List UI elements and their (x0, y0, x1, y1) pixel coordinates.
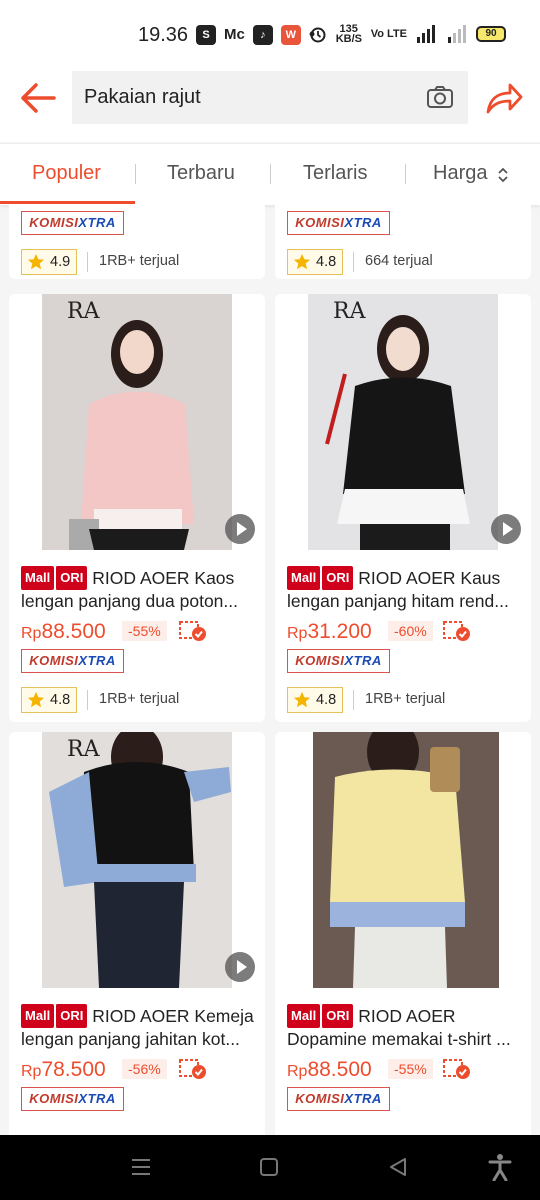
play-video-icon[interactable] (225, 952, 255, 982)
discount-badge: -55% (122, 621, 167, 641)
wps-icon: W (280, 24, 301, 45)
search-input[interactable]: Pakaian rajut (72, 71, 468, 124)
ori-badge: ORI (321, 566, 354, 590)
voucher-icon (179, 621, 206, 641)
star-icon (27, 253, 45, 270)
komisi-xtra-badge: KOMISIXTRA (287, 1087, 390, 1111)
divider (353, 252, 354, 272)
divider (353, 690, 354, 710)
rating-badge: 4.9 (21, 249, 77, 275)
ori-badge: ORI (321, 1004, 354, 1028)
sold-count: 664 terjual (365, 253, 433, 269)
accessibility-icon[interactable] (488, 1153, 512, 1181)
camera-icon[interactable] (426, 83, 454, 111)
tab-populer[interactable]: Populer (32, 162, 101, 185)
search-header: Pakaian rajut (0, 70, 540, 142)
product-price: Rp31.200 (287, 620, 372, 643)
notification-icons: S Mc ♪ W • (196, 24, 315, 45)
play-video-icon[interactable] (491, 514, 521, 544)
product-image: RA (9, 732, 265, 988)
product-price: Rp88.500 (21, 620, 106, 643)
discount-badge: -60% (388, 621, 433, 641)
volte-icon: Vo LTE (370, 28, 407, 40)
tab-divider (405, 164, 406, 184)
svg-text:RA: RA (67, 737, 101, 762)
system-nav-bar (0, 1135, 540, 1200)
product-title: Mall ORI RIOD AOER Dopamine memakai t-shi… (287, 1004, 511, 1049)
search-query: Pakaian rajut (84, 86, 201, 108)
rating-badge: 4.8 (287, 687, 343, 713)
tab-harga[interactable]: Harga (433, 162, 487, 185)
product-title: Mall ORI RIOD AOER Kaos lengan panjang du… (21, 566, 238, 611)
tiktok-icon: ♪ (252, 24, 273, 45)
product-price: Rp78.500 (21, 1058, 106, 1081)
product-image: RA (9, 294, 265, 550)
product-card[interactable]: KOMISIXTRA 4.8 664 terjual (275, 205, 531, 279)
komisi-xtra-badge: KOMISIXTRA (21, 649, 124, 673)
tab-terlaris[interactable]: Terlaris (303, 162, 367, 185)
voucher-icon (443, 621, 470, 641)
tab-divider (135, 164, 136, 184)
discount-badge: -55% (388, 1059, 433, 1079)
komisi-xtra-badge: KOMISIXTRA (287, 211, 390, 235)
mall-badge: Mall (287, 566, 321, 590)
signal-2-icon (448, 25, 466, 43)
tab-divider (270, 164, 271, 184)
komisi-xtra-badge: KOMISIXTRA (287, 649, 390, 673)
mall-badge: Mall (21, 566, 55, 590)
shopee-icon: S (196, 24, 216, 45)
komisi-xtra-badge: KOMISIXTRA (21, 1087, 124, 1111)
rating-badge: 4.8 (21, 687, 77, 713)
star-icon (293, 253, 311, 270)
back-arrow-icon[interactable] (18, 80, 58, 116)
product-card[interactable]: RA Mall ORI RIOD AOER Kaus lengan panjang… (275, 294, 531, 722)
active-tab-indicator (0, 201, 135, 204)
play-video-icon[interactable] (225, 514, 255, 544)
product-title: Mall ORI RIOD AOER Kemeja lengan panjang … (21, 1004, 254, 1049)
mc-icon: Mc (224, 26, 245, 43)
status-time: 19.36 (138, 24, 189, 46)
status-bar: 19.36 S Mc ♪ W • 135 KB/S Vo LTE 90 (0, 0, 540, 70)
signal-icon (417, 25, 435, 43)
product-image: RA (275, 294, 531, 550)
ori-badge: ORI (55, 1004, 88, 1028)
battery-icon: 90 (476, 26, 506, 42)
sold-count: 1RB+ terjual (99, 253, 180, 269)
discount-badge: -56% (122, 1059, 167, 1079)
ori-badge: ORI (55, 566, 88, 590)
home-icon[interactable] (259, 1157, 279, 1177)
voucher-icon (179, 1059, 206, 1079)
product-card[interactable]: RA Mall ORI RIOD AOER Kaos lengan panjang… (9, 294, 265, 722)
divider (87, 252, 88, 272)
sold-count: 1RB+ terjual (365, 691, 446, 707)
recent-apps-icon[interactable] (130, 1157, 152, 1177)
komisi-xtra-badge: KOMISIXTRA (21, 211, 124, 235)
divider (87, 690, 88, 710)
mall-badge: Mall (21, 1004, 55, 1028)
product-card[interactable]: Mall ORI RIOD AOER Dopamine memakai t-shi… (275, 732, 531, 1135)
voucher-icon (443, 1059, 470, 1079)
svg-text:RA: RA (333, 299, 367, 324)
sort-chevron-icon (498, 167, 508, 183)
product-card[interactable]: KOMISIXTRA 4.9 1RB+ terjual (9, 205, 265, 279)
rating-badge: 4.8 (287, 249, 343, 275)
svg-text:RA: RA (67, 299, 101, 324)
alarm-icon (310, 27, 326, 43)
product-price: Rp88.500 (287, 1058, 372, 1081)
tab-terbaru[interactable]: Terbaru (167, 162, 235, 185)
share-icon[interactable] (484, 80, 524, 116)
network-speed: 135 KB/S (335, 23, 363, 45)
system-icons: 135 KB/S Vo LTE 90 (309, 23, 506, 45)
back-triangle-icon[interactable] (388, 1157, 408, 1177)
product-card[interactable]: RA Mall ORI RIOD AOER Kemeja lengan panja… (9, 732, 265, 1135)
product-image (275, 732, 531, 988)
mall-badge: Mall (287, 1004, 321, 1028)
product-grid: KOMISIXTRA 4.9 1RB+ terjual KOMISIXTRA 4… (0, 205, 540, 1135)
star-icon (293, 691, 311, 708)
product-title: Mall ORI RIOD AOER Kaus lengan panjang hi… (287, 566, 509, 611)
star-icon (27, 691, 45, 708)
sort-tabs: Populer Terbaru Terlaris Harga (0, 143, 540, 205)
sold-count: 1RB+ terjual (99, 691, 180, 707)
